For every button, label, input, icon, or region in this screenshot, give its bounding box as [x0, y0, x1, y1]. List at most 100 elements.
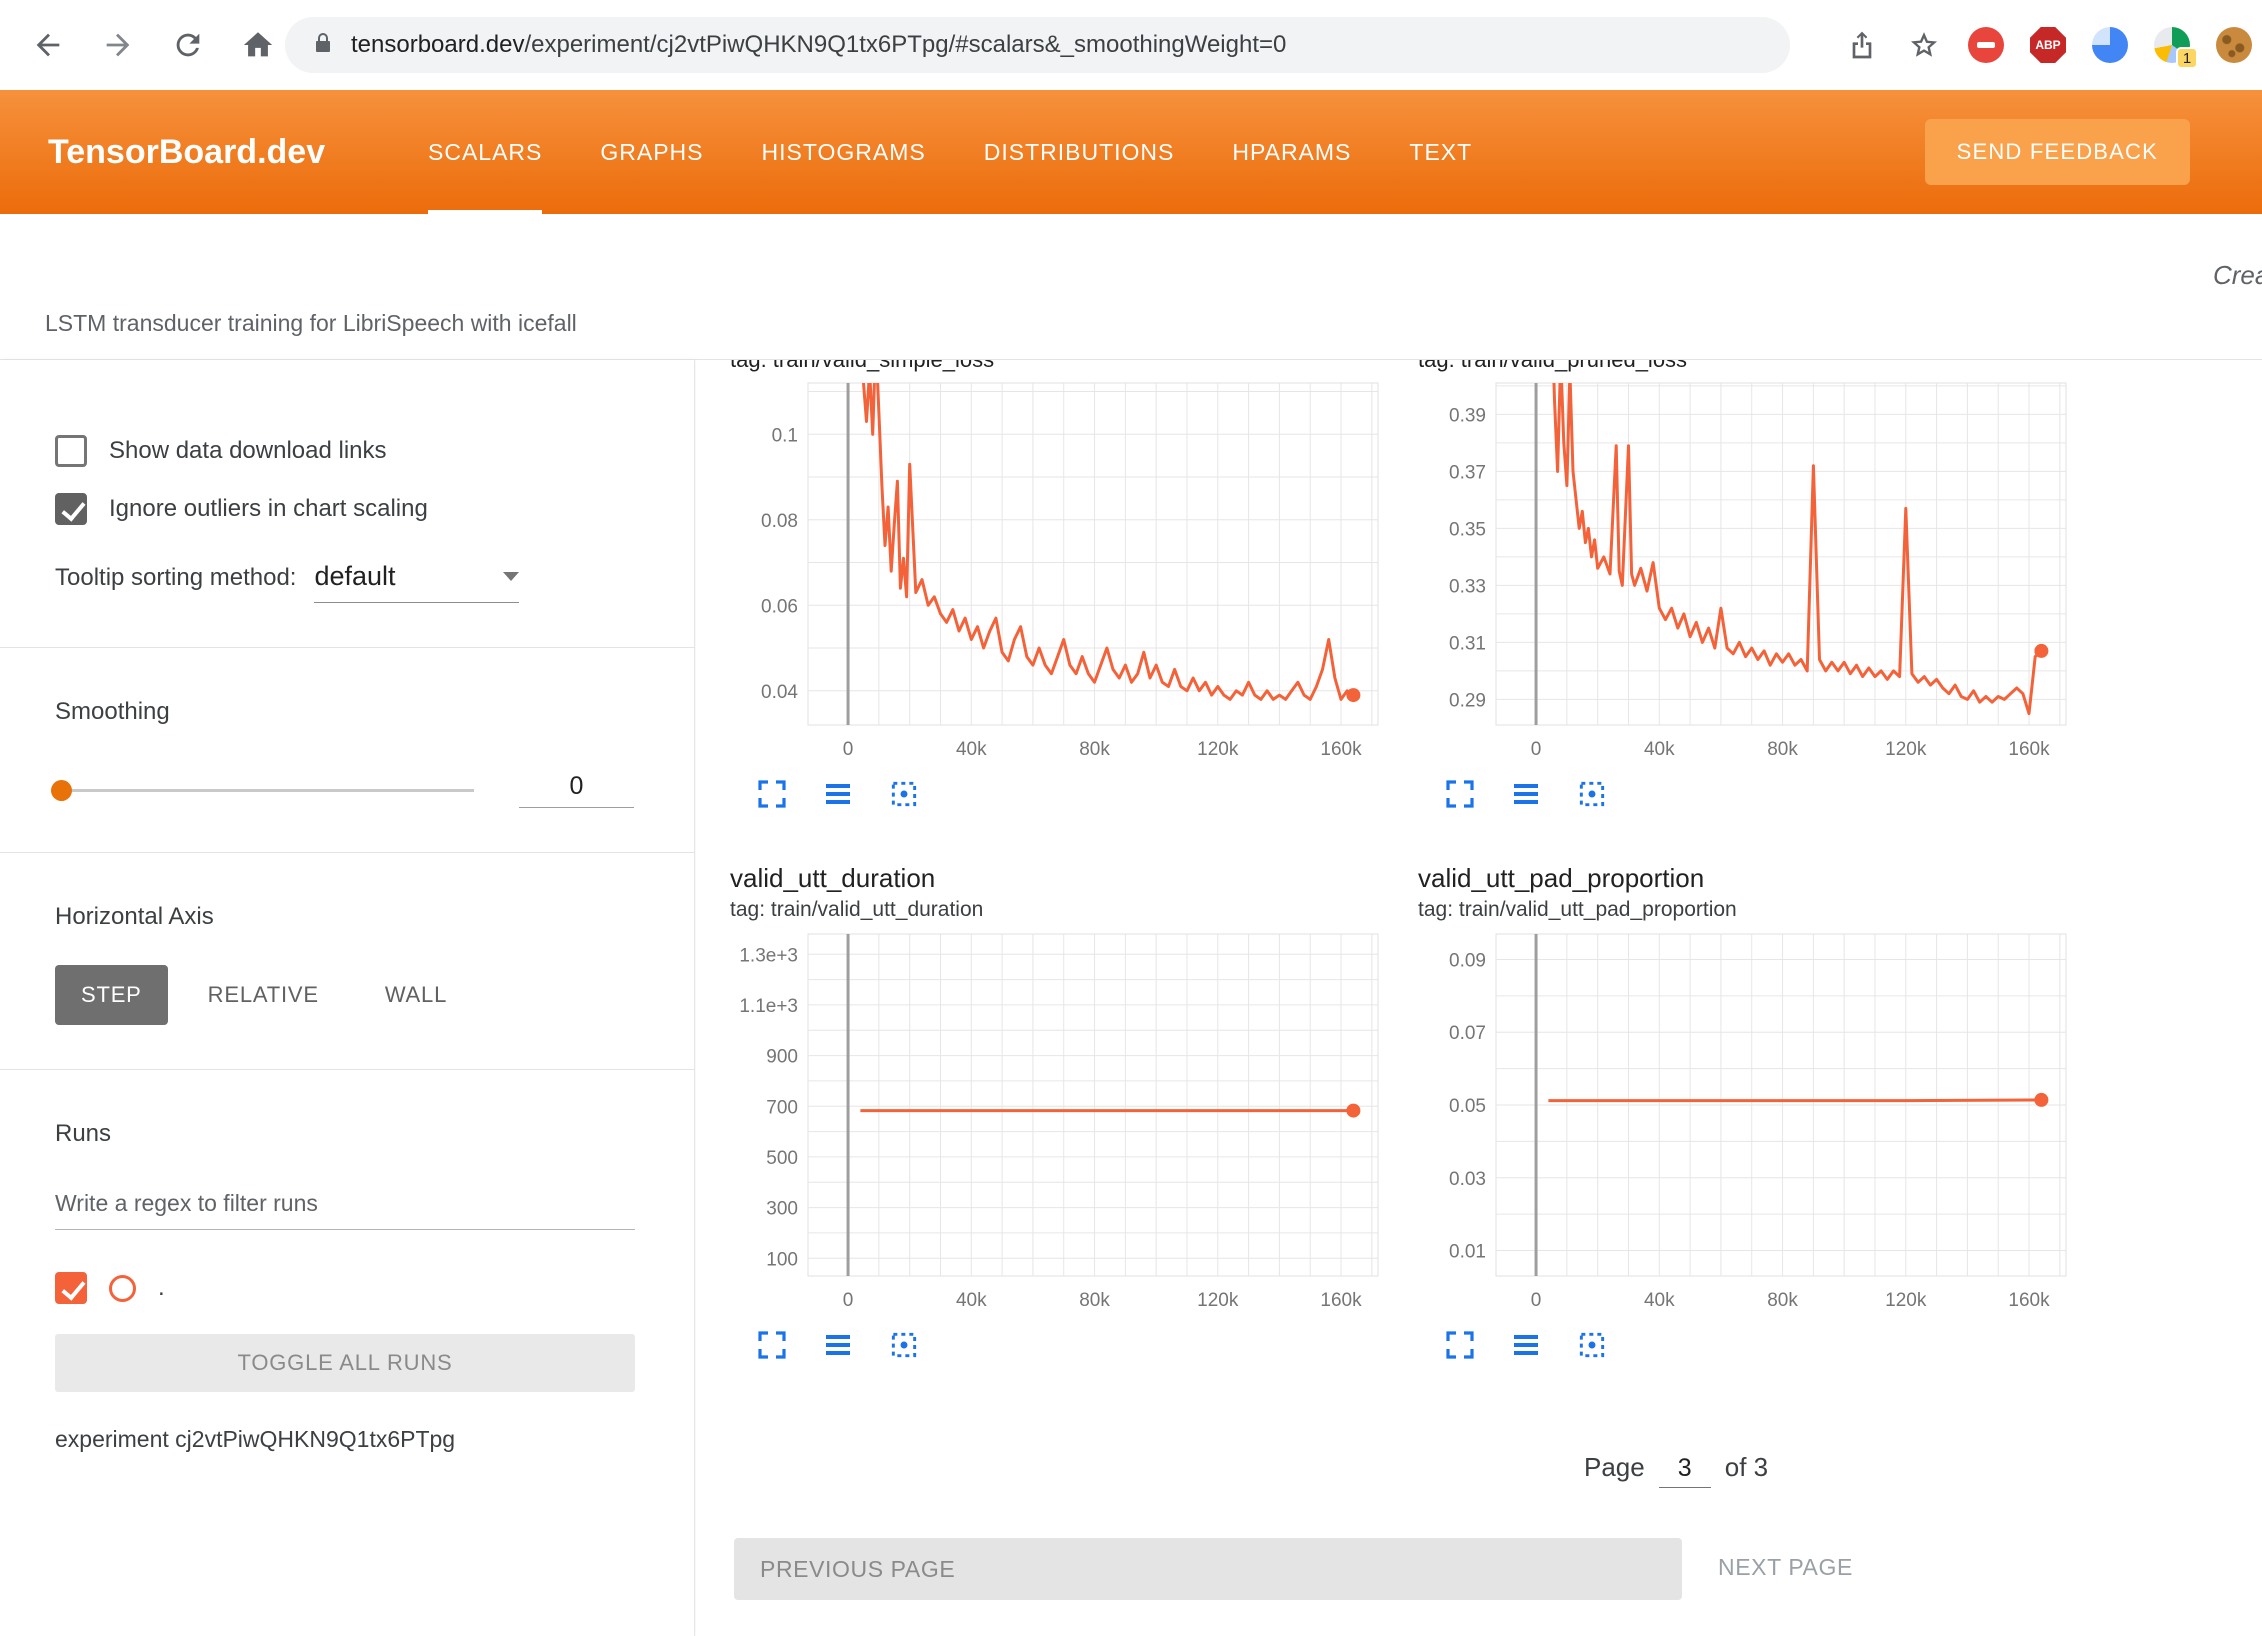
run-row[interactable]: .	[55, 1272, 634, 1304]
tab-graphs[interactable]: GRAPHS	[600, 90, 703, 214]
smoothing-value-input[interactable]	[519, 772, 634, 808]
nav-tabs: SCALARS GRAPHS HISTOGRAMS DISTRIBUTIONS …	[428, 90, 1472, 214]
fit-domain-icon[interactable]	[887, 777, 921, 811]
svg-text:900: 900	[766, 1047, 798, 1068]
share-icon[interactable]	[1844, 27, 1880, 63]
chart-card-valid-simple-loss: tag: train/valid_simple_loss 0.040.060.0…	[730, 360, 1402, 811]
runs-label: Runs	[55, 1120, 634, 1148]
send-feedback-button[interactable]: SEND FEEDBACK	[1925, 119, 2190, 185]
svg-text:0.04: 0.04	[761, 682, 798, 703]
experiment-subheader: Crea LSTM transducer training for LibriS…	[0, 214, 2262, 360]
expand-chart-icon[interactable]	[1443, 1328, 1477, 1362]
runs-filter-input[interactable]	[55, 1182, 635, 1230]
svg-text:120k: 120k	[1197, 1290, 1239, 1311]
tooltip-sorting-select[interactable]: default	[314, 561, 519, 603]
chart-plot[interactable]: 0.010.030.050.070.09040k80k120k160k	[1418, 928, 2078, 1318]
previous-page-button[interactable]: PREVIOUS PAGE	[734, 1538, 1682, 1600]
axis-relative-button[interactable]: RELATIVE	[182, 965, 345, 1025]
page-number-input[interactable]	[1659, 1454, 1711, 1488]
back-icon[interactable]	[30, 27, 66, 63]
axis-wall-button[interactable]: WALL	[359, 965, 473, 1025]
svg-text:0.35: 0.35	[1449, 519, 1486, 540]
show-download-links-row[interactable]: Show data download links	[55, 435, 634, 467]
svg-text:160k: 160k	[1320, 1290, 1362, 1311]
svg-text:0.31: 0.31	[1449, 633, 1486, 654]
chart-tag: tag: train/valid_utt_pad_proportion	[1418, 898, 2090, 922]
axis-step-button[interactable]: STEP	[55, 965, 168, 1025]
svg-text:120k: 120k	[1885, 739, 1927, 760]
tab-distributions[interactable]: DISTRIBUTIONS	[984, 90, 1175, 214]
next-page-button[interactable]: NEXT PAGE	[1718, 1554, 1853, 1581]
app-logo[interactable]: TensorBoard.dev	[48, 90, 325, 214]
address-bar[interactable]: tensorboard.dev/experiment/cj2vtPiwQHKN9…	[285, 17, 1790, 73]
svg-text:40k: 40k	[956, 1290, 987, 1311]
svg-text:40k: 40k	[1644, 739, 1675, 760]
svg-text:0.33: 0.33	[1449, 576, 1486, 597]
svg-text:500: 500	[766, 1148, 798, 1169]
svg-text:300: 300	[766, 1199, 798, 1220]
svg-text:160k: 160k	[2008, 739, 2050, 760]
chart-card-valid-utt-pad-proportion: valid_utt_pad_proportion tag: train/vali…	[1418, 863, 2090, 1362]
toggle-all-runs-button[interactable]: TOGGLE ALL RUNS	[55, 1334, 635, 1392]
fit-domain-icon[interactable]	[1575, 777, 1609, 811]
svg-text:0.29: 0.29	[1449, 690, 1486, 711]
svg-text:0: 0	[1531, 1290, 1542, 1311]
cookie-icon[interactable]	[2216, 27, 2252, 63]
tooltip-sorting-label: Tooltip sorting method:	[55, 564, 296, 592]
svg-text:120k: 120k	[1885, 1290, 1927, 1311]
svg-text:160k: 160k	[1320, 739, 1362, 760]
chart-tag-clipped: tag: train/valid_simple_loss	[730, 360, 1402, 375]
chart-card-valid-pruned-loss: tag: train/valid_pruned_loss 0.290.310.3…	[1418, 360, 2090, 811]
tab-scalars[interactable]: SCALARS	[428, 90, 542, 214]
expand-chart-icon[interactable]	[755, 1328, 789, 1362]
extension-pie-icon[interactable]: 1	[2154, 27, 2190, 63]
forward-icon[interactable]	[100, 27, 136, 63]
log-scale-icon[interactable]	[821, 1328, 855, 1362]
adblock-plus-icon[interactable]: ABP	[2030, 27, 2066, 63]
bookmark-star-icon[interactable]	[1906, 27, 1942, 63]
fit-domain-icon[interactable]	[887, 1328, 921, 1362]
chart-plot[interactable]: 0.040.060.080.1040k80k120k160k	[730, 377, 1390, 767]
tab-hparams[interactable]: HPARAMS	[1232, 90, 1351, 214]
page-of-label: of 3	[1725, 1452, 1768, 1483]
svg-text:0: 0	[843, 1290, 854, 1311]
chevron-down-icon	[503, 572, 519, 581]
url-domain: tensorboard.dev	[351, 31, 524, 58]
log-scale-icon[interactable]	[821, 777, 855, 811]
run-name: .	[158, 1274, 165, 1302]
tooltip-sorting-value: default	[314, 561, 395, 592]
expand-chart-icon[interactable]	[755, 777, 789, 811]
svg-text:80k: 80k	[1767, 739, 1798, 760]
extension-blue-icon[interactable]	[2092, 27, 2128, 63]
extension-red-icon[interactable]	[1968, 27, 2004, 63]
show-download-links-checkbox[interactable]	[55, 435, 87, 467]
refresh-icon[interactable]	[170, 27, 206, 63]
ignore-outliers-checkbox[interactable]	[55, 493, 87, 525]
svg-text:120k: 120k	[1197, 739, 1239, 760]
svg-text:80k: 80k	[1079, 739, 1110, 760]
svg-text:0: 0	[843, 739, 854, 760]
smoothing-slider[interactable]	[55, 789, 474, 792]
run-checkbox[interactable]	[55, 1272, 87, 1304]
expand-chart-icon[interactable]	[1443, 777, 1477, 811]
chart-plot[interactable]: 1003005007009001.1e+31.3e+3040k80k120k16…	[730, 928, 1390, 1318]
chart-card-valid-utt-duration: valid_utt_duration tag: train/valid_utt_…	[730, 863, 1402, 1362]
log-scale-icon[interactable]	[1509, 777, 1543, 811]
tab-histograms[interactable]: HISTOGRAMS	[762, 90, 926, 214]
chart-plot[interactable]: 0.290.310.330.350.370.39040k80k120k160k	[1418, 377, 2078, 767]
chart-row-top: tag: train/valid_simple_loss 0.040.060.0…	[696, 360, 2262, 811]
url-path: /experiment/cj2vtPiwQHKN9Q1tx6PTpg/#scal…	[524, 31, 1286, 58]
svg-text:0.01: 0.01	[1449, 1242, 1486, 1263]
tab-text[interactable]: TEXT	[1409, 90, 1472, 214]
smoothing-slider-thumb[interactable]	[51, 780, 72, 801]
log-scale-icon[interactable]	[1509, 1328, 1543, 1362]
svg-text:40k: 40k	[956, 739, 987, 760]
ignore-outliers-row[interactable]: Ignore outliers in chart scaling	[55, 493, 634, 525]
experiment-description: LSTM transducer training for LibriSpeech…	[45, 310, 577, 337]
fit-domain-icon[interactable]	[1575, 1328, 1609, 1362]
page-label: Page	[1584, 1452, 1645, 1483]
horizontal-axis-label: Horizontal Axis	[55, 903, 634, 931]
sidebar-divider	[0, 647, 695, 648]
svg-text:80k: 80k	[1079, 1290, 1110, 1311]
home-icon[interactable]	[240, 27, 276, 63]
